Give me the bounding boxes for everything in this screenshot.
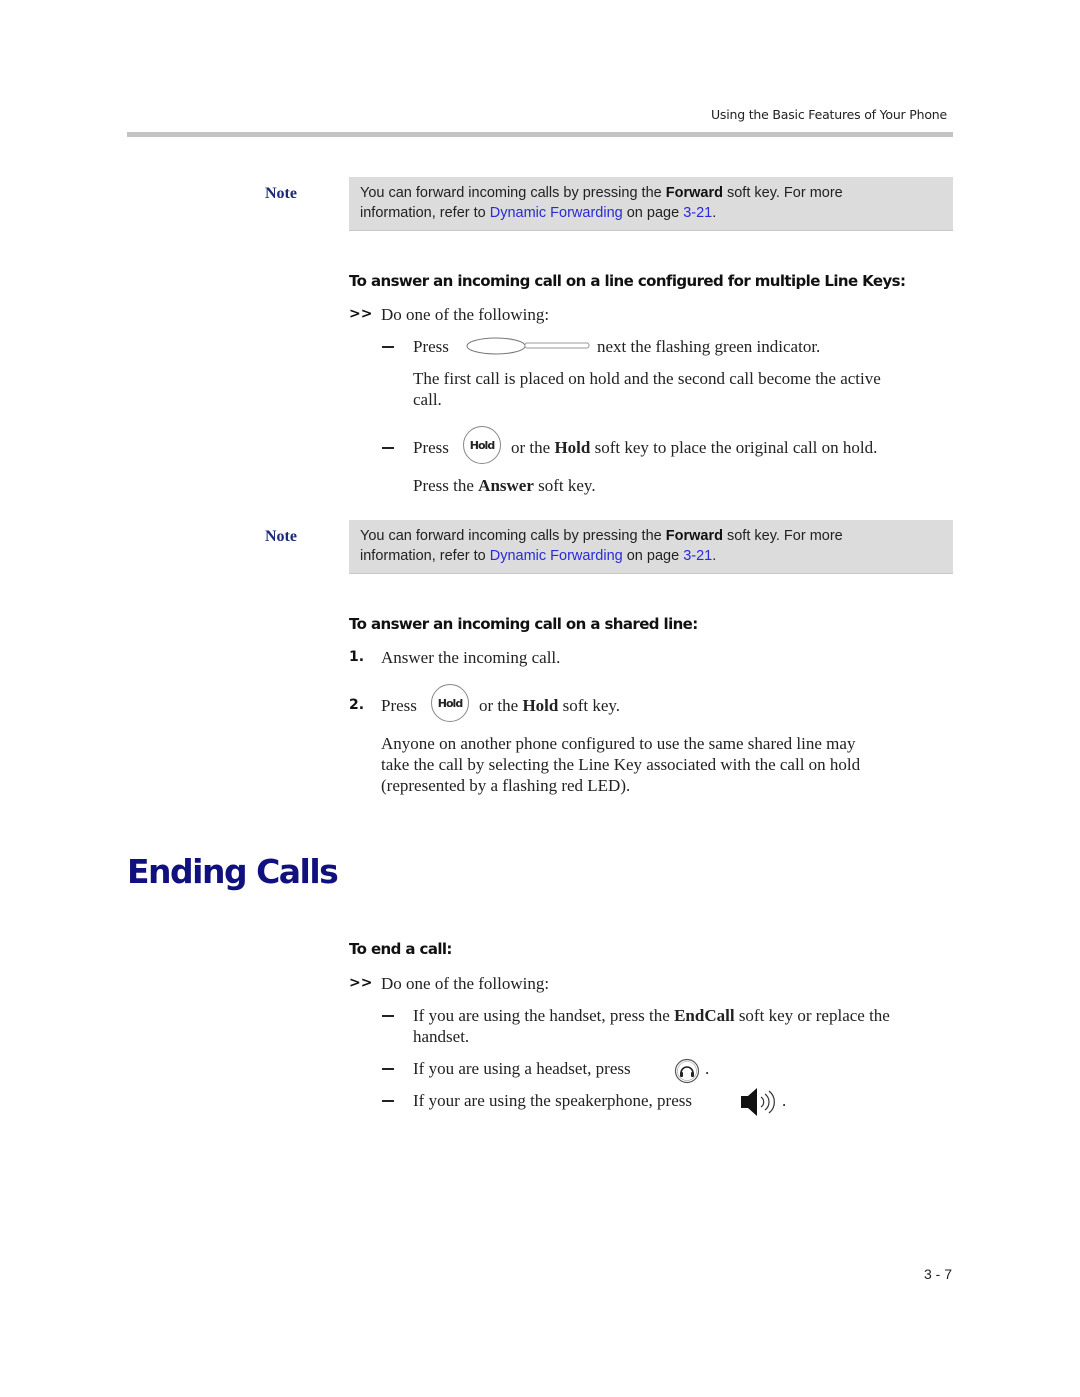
bold-answer: Answer bbox=[478, 476, 534, 495]
option-text-part: soft key. bbox=[533, 476, 596, 495]
note-bold-forward: Forward bbox=[665, 185, 723, 201]
headset-icon bbox=[674, 1058, 700, 1084]
note-text: on page bbox=[622, 205, 684, 221]
step-text-part: or the bbox=[479, 696, 523, 715]
dash-bullet bbox=[382, 346, 394, 348]
note-text: . bbox=[712, 548, 717, 564]
procedure-heading: To answer an incoming call on a line con… bbox=[349, 272, 906, 290]
option-text: If your are using the speakerphone, pres… bbox=[413, 1091, 692, 1110]
bold-hold: Hold bbox=[522, 696, 559, 715]
dynamic-forwarding-link[interactable]: Dynamic Forwarding bbox=[490, 548, 623, 564]
step-marker: >> bbox=[349, 975, 373, 991]
intro-text: Do one of the following: bbox=[381, 974, 550, 993]
option-text-part: If you are using the handset, press the bbox=[413, 1006, 675, 1025]
procedure-heading: To end a call: bbox=[349, 940, 452, 958]
bold-hold: Hold bbox=[554, 438, 591, 457]
dash-bullet bbox=[382, 1068, 394, 1070]
note-text: information, refer to bbox=[360, 548, 490, 564]
chapter-title: Ending Calls bbox=[127, 852, 339, 891]
note-label: Note bbox=[265, 528, 297, 545]
note-text: information, refer to bbox=[360, 205, 490, 221]
option-text: If you are using a headset, press bbox=[413, 1059, 631, 1078]
step-number: 2. bbox=[349, 697, 365, 713]
answer-instruction: Press the Answer soft key. bbox=[413, 475, 596, 496]
option-text: or the Hold soft key to place the origin… bbox=[511, 437, 877, 458]
note-text: You can forward incoming calls by pressi… bbox=[360, 185, 666, 201]
hold-key-label: Hold bbox=[469, 438, 495, 452]
option-text: next the flashing green indicator. bbox=[597, 337, 821, 356]
para-line: (represented by a flashing red LED). bbox=[381, 776, 631, 795]
page-link[interactable]: 3-21 bbox=[683, 548, 712, 564]
note-text: on page bbox=[622, 548, 684, 564]
note-text: You can forward incoming calls by pressi… bbox=[360, 528, 666, 544]
option-text: If you are using the handset, press the … bbox=[413, 1005, 890, 1026]
para-line: Anyone on another phone configured to us… bbox=[381, 734, 856, 753]
speakerphone-icon bbox=[741, 1088, 775, 1116]
press-text: Press bbox=[413, 337, 449, 356]
option-text: handset. bbox=[413, 1027, 470, 1046]
dash-bullet bbox=[382, 447, 394, 449]
header-rule bbox=[127, 132, 953, 137]
running-head: Using the Basic Features of Your Phone bbox=[710, 107, 947, 122]
dash-bullet bbox=[382, 1015, 394, 1017]
press-text: Press bbox=[413, 438, 449, 457]
note-line-2: information, refer to Dynamic Forwarding… bbox=[360, 546, 943, 566]
option-text-part: soft key to place the original call on h… bbox=[590, 438, 878, 457]
note-box: You can forward incoming calls by pressi… bbox=[349, 177, 953, 231]
press-text: Press bbox=[381, 696, 417, 715]
procedure-heading: To answer an incoming call on a shared l… bbox=[349, 615, 698, 633]
note-label: Note bbox=[265, 185, 297, 202]
step-text: or the Hold soft key. bbox=[479, 695, 620, 716]
bold-endcall: EndCall bbox=[674, 1006, 735, 1025]
page-link[interactable]: 3-21 bbox=[683, 205, 712, 221]
period: . bbox=[705, 1059, 710, 1078]
note-text: soft key. For more bbox=[722, 185, 843, 201]
note-box: You can forward incoming calls by pressi… bbox=[349, 520, 953, 574]
note-text: . bbox=[712, 205, 717, 221]
line-key-icon bbox=[466, 337, 590, 355]
result-line-1: The first call is placed on hold and the… bbox=[413, 369, 881, 388]
para-line: take the call by selecting the Line Key … bbox=[381, 755, 861, 774]
hold-key-icon: Hold bbox=[431, 684, 469, 722]
page-number: 3 - 7 bbox=[923, 1266, 952, 1282]
hold-key-icon: Hold bbox=[463, 426, 501, 464]
step-text-part: soft key. bbox=[558, 696, 621, 715]
dash-bullet bbox=[382, 1100, 394, 1102]
hold-key-label: Hold bbox=[437, 696, 463, 710]
period: . bbox=[782, 1091, 787, 1110]
option-text-part: or the bbox=[511, 438, 555, 457]
step-number: 1. bbox=[349, 649, 365, 665]
intro-text: Do one of the following: bbox=[381, 305, 550, 324]
option-text-part: soft key or replace the bbox=[734, 1006, 890, 1025]
note-line-1: You can forward incoming calls by pressi… bbox=[360, 183, 943, 203]
result-line-2: call. bbox=[413, 390, 442, 409]
note-line-2: information, refer to Dynamic Forwarding… bbox=[360, 203, 943, 223]
option-text-part: Press the bbox=[413, 476, 479, 495]
note-text: soft key. For more bbox=[722, 528, 843, 544]
step-text: Answer the incoming call. bbox=[381, 648, 561, 667]
step-marker: >> bbox=[349, 306, 373, 322]
note-line-1: You can forward incoming calls by pressi… bbox=[360, 526, 943, 546]
note-bold-forward: Forward bbox=[665, 528, 723, 544]
dynamic-forwarding-link[interactable]: Dynamic Forwarding bbox=[490, 205, 623, 221]
